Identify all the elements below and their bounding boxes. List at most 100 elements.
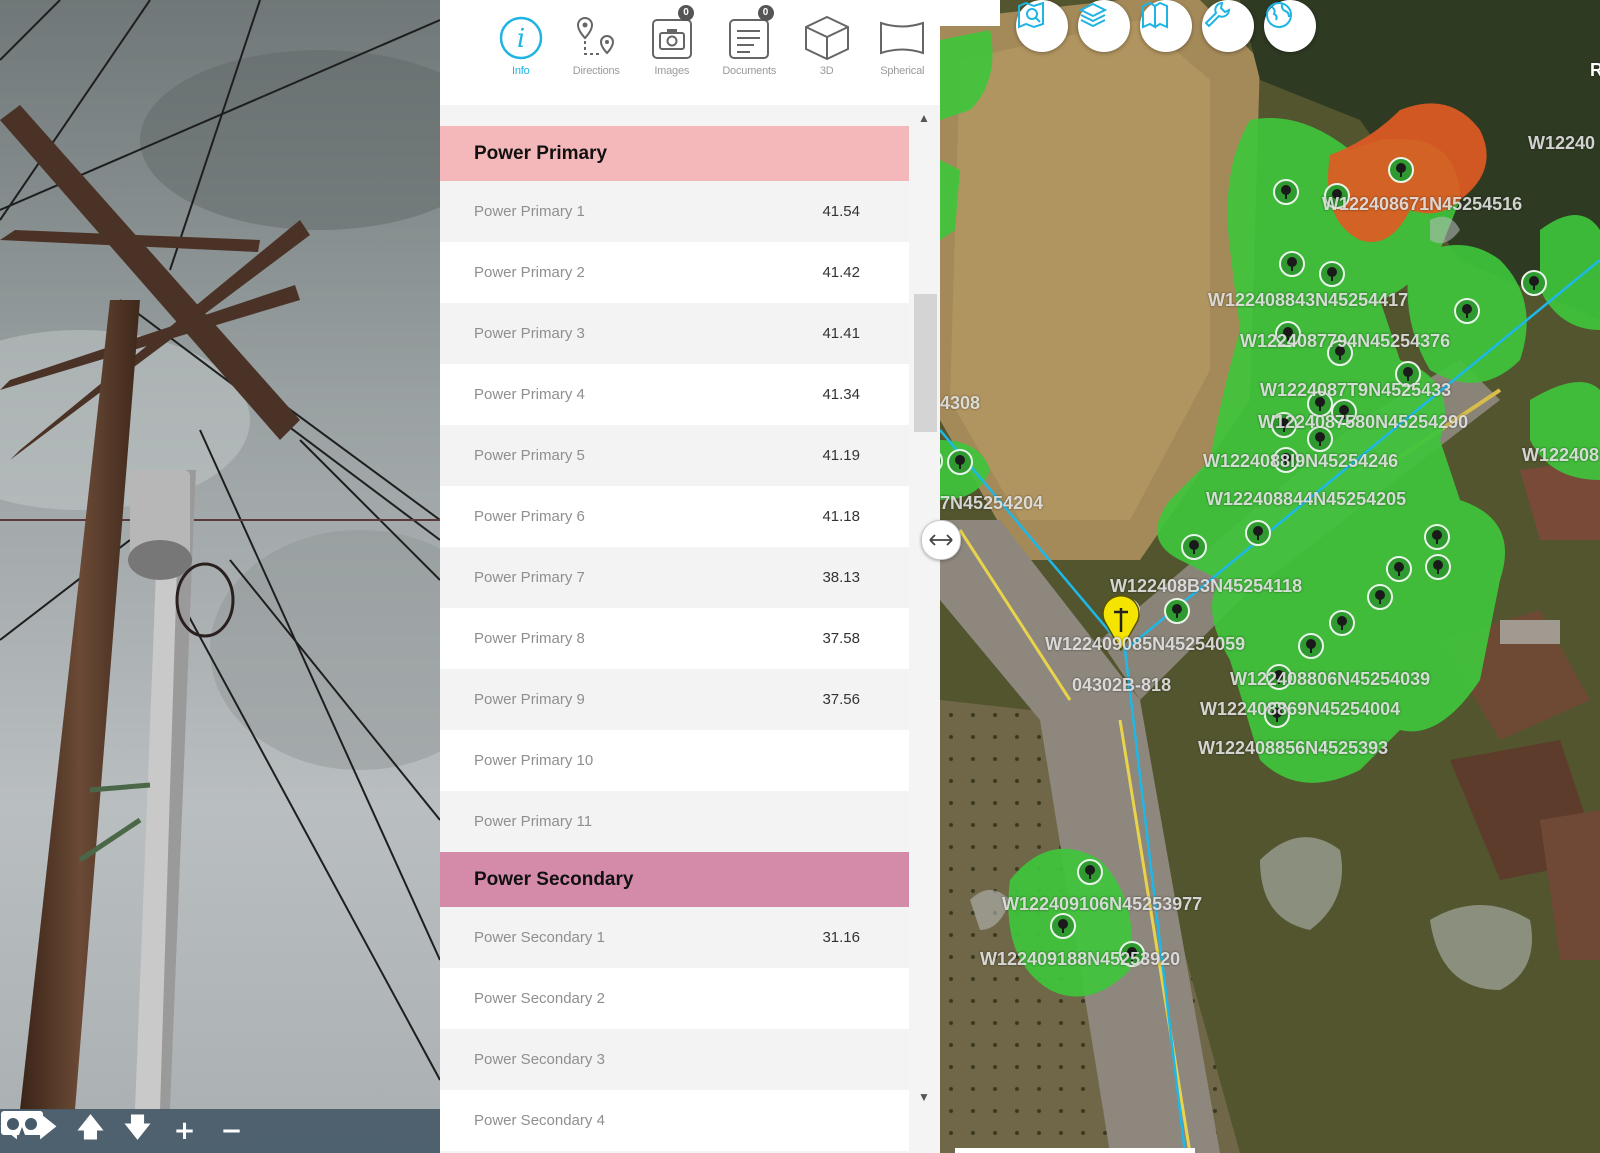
map-search-icon <box>1018 1 1044 29</box>
tree-marker-icon[interactable] <box>1273 179 1299 205</box>
zoom-in-button[interactable]: + <box>161 1109 208 1153</box>
cube-icon <box>804 15 849 60</box>
tab-images[interactable]: Images 0 <box>634 0 710 95</box>
info-panel: i Info Directions Images 0 Documents 0 3… <box>440 0 940 1153</box>
scroll-up-arrow[interactable]: ▲ <box>918 111 930 125</box>
table-row[interactable]: Power Secondary 4 <box>440 1090 909 1151</box>
layers-button[interactable] <box>1078 0 1130 52</box>
images-count-badge: 0 <box>678 5 694 21</box>
list-scrollbar[interactable]: ▲ ▼ <box>909 105 940 1153</box>
aerial-map[interactable]: W122408671N45254516 W122408843N45254417 … <box>940 0 1600 1153</box>
row-value: 41.54 <box>822 203 860 220</box>
tree-marker-icon[interactable] <box>1181 534 1207 560</box>
vr-goggles-button[interactable] <box>1 1109 302 1153</box>
table-row[interactable]: Power Primary 3 41.41 <box>440 303 909 364</box>
tree-marker-icon[interactable] <box>1298 633 1324 659</box>
row-name: Power Secondary 3 <box>474 1051 605 1068</box>
map-search-button[interactable] <box>1016 0 1068 52</box>
row-name: Power Secondary 2 <box>474 990 605 1007</box>
tree-marker-icon[interactable] <box>1077 859 1103 885</box>
tree-marker-icon[interactable] <box>1454 298 1480 324</box>
tree-marker-icon[interactable] <box>1279 251 1305 277</box>
row-name: Power Primary 3 <box>474 325 585 342</box>
row-value: 41.41 <box>822 325 860 342</box>
tree-marker-icon[interactable] <box>1245 520 1271 546</box>
tab-label: Directions <box>572 65 620 77</box>
tree-marker-icon[interactable] <box>1388 157 1414 183</box>
tab-label: Images <box>654 65 690 77</box>
row-name: Power Primary 2 <box>474 264 585 281</box>
tree-label: W122408869N45254004 <box>1200 699 1401 719</box>
street-view-photo[interactable]: 🡄 🡆 🡅 🡇 + − <box>0 0 440 1153</box>
tree-label: 7N45254204 <box>940 493 1044 513</box>
row-value: 41.34 <box>822 386 860 403</box>
tab-label: Spherical <box>880 65 925 77</box>
table-row[interactable]: Power Secondary 3 <box>440 1029 909 1090</box>
row-value: 41.19 <box>822 447 860 464</box>
row-value: 41.18 <box>822 508 860 525</box>
row-name: Power Primary 5 <box>474 447 585 464</box>
row-name: Power Primary 1 <box>474 203 585 220</box>
table-row[interactable]: Power Primary 9 37.56 <box>440 669 909 730</box>
vr-goggles-icon <box>1 1111 43 1135</box>
basemap-button[interactable] <box>1264 0 1316 52</box>
document-icon <box>729 18 770 59</box>
spherical-icon <box>880 21 925 54</box>
tab-info[interactable]: i Info <box>483 0 559 95</box>
table-row[interactable]: Power Primary 11 <box>440 791 909 852</box>
row-value: 37.56 <box>822 691 860 708</box>
tree-label: W122408B3N45254118 <box>1110 576 1303 596</box>
scroll-thumb[interactable] <box>914 294 937 432</box>
tree-label: W122408 <box>1522 445 1600 465</box>
table-row[interactable]: Power Primary 5 41.19 <box>440 425 909 486</box>
table-row[interactable]: Power Primary 2 41.42 <box>440 242 909 303</box>
tree-marker-icon[interactable] <box>1521 270 1547 296</box>
tree-label: W1224088I9N45254246 <box>1203 451 1399 471</box>
zoom-out-button[interactable]: − <box>208 1109 255 1153</box>
globe-icon <box>1266 2 1292 28</box>
power-secondary-rows: Power Secondary 1 31.16 Power Secondary 2 P… <box>440 907 909 1151</box>
tree-label: W122409188N45253920 <box>980 949 1181 969</box>
tree-marker-icon[interactable] <box>1319 261 1345 287</box>
table-row[interactable]: Power Primary 8 37.58 <box>440 608 909 669</box>
map-corner-tab <box>940 0 1000 26</box>
table-row[interactable]: Power Secondary 1 31.16 <box>440 907 909 968</box>
table-row[interactable]: Power Primary 4 41.34 <box>440 364 909 425</box>
photo-toolbar: 🡄 🡆 🡅 🡇 + − <box>0 1109 440 1153</box>
tab-spherical[interactable]: Spherical <box>864 0 940 95</box>
pan-down-button[interactable]: 🡇 <box>114 1109 161 1153</box>
table-row[interactable]: Power Secondary 2 <box>440 968 909 1029</box>
tab-label: Documents <box>722 65 777 77</box>
table-row[interactable]: Power Primary 10 <box>440 730 909 791</box>
tree-marker-icon[interactable] <box>1050 913 1076 939</box>
tree-label: 4308 <box>940 393 981 413</box>
row-name: Power Secondary 1 <box>474 929 605 946</box>
tree-marker-icon[interactable] <box>947 449 973 475</box>
panel-resize-handle[interactable] <box>921 520 961 560</box>
results-list[interactable]: Power Primary Power Primary 1 41.54 Power … <box>440 105 940 1153</box>
table-row[interactable]: Power Primary 1 41.54 <box>440 181 909 242</box>
tree-marker-icon[interactable] <box>1164 598 1190 624</box>
tools-button[interactable] <box>1202 0 1254 52</box>
tab-documents[interactable]: Documents 0 <box>710 0 789 95</box>
table-row[interactable]: Power Primary 7 38.13 <box>440 547 909 608</box>
row-name: Power Primary 8 <box>474 630 585 647</box>
scroll-down-arrow[interactable]: ▼ <box>918 1090 930 1104</box>
pan-up-button[interactable]: 🡅 <box>67 1109 114 1153</box>
section-header-power-primary: Power Primary <box>440 126 909 181</box>
table-row[interactable]: Power Primary 6 41.18 <box>440 486 909 547</box>
info-icon: i <box>499 16 542 59</box>
tree-marker-icon[interactable] <box>1386 556 1412 582</box>
tab-3d[interactable]: 3D <box>789 0 865 95</box>
tree-marker-icon[interactable] <box>1424 524 1450 550</box>
tree-marker-icon[interactable] <box>1367 584 1393 610</box>
row-name: Power Secondary 4 <box>474 1112 605 1129</box>
tree-label: W12240 <box>1528 133 1596 153</box>
map-compare-button[interactable] <box>1140 0 1192 52</box>
tree-marker-icon[interactable] <box>1425 554 1451 580</box>
tab-directions[interactable]: Directions <box>559 0 635 95</box>
tree-marker-icon[interactable] <box>1329 610 1355 636</box>
svg-text:i: i <box>517 24 525 54</box>
directions-icon <box>577 16 615 55</box>
power-primary-rows: Power Primary 1 41.54 Power Primary 2 41.42… <box>440 181 909 852</box>
